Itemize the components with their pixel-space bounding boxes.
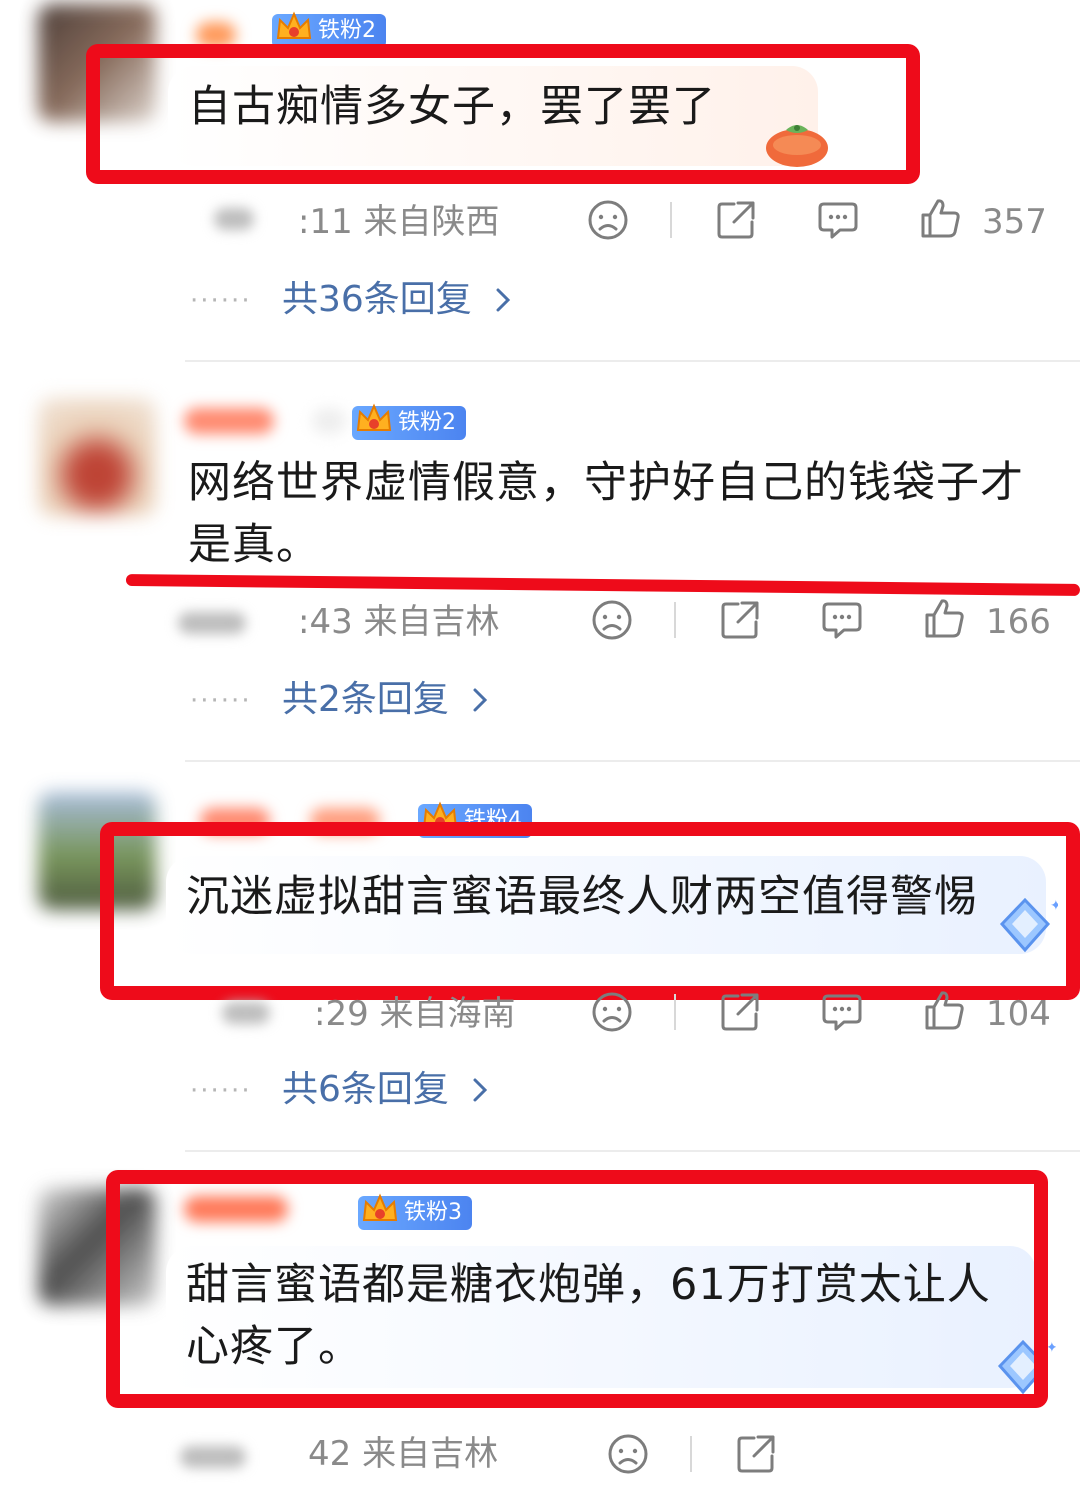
chevron-right-icon (496, 288, 511, 312)
username-extra (312, 408, 346, 434)
avatar[interactable] (38, 398, 156, 516)
comment-meta: :43 来自吉林 (298, 602, 500, 642)
view-replies-link[interactable]: 共6条回复 (282, 1068, 490, 1112)
chevron-right-icon (473, 688, 488, 712)
like-count: 166 (986, 602, 1051, 642)
comment-meta: :11 来自陕西 (298, 202, 500, 242)
crown-icon (276, 11, 312, 39)
separator (185, 760, 1080, 762)
date-blurred (222, 1002, 270, 1024)
divider (674, 602, 676, 638)
red-highlight-box (106, 1170, 1048, 1408)
share-icon[interactable] (718, 598, 762, 642)
divider (670, 202, 672, 238)
reply-dots: ······ (190, 286, 252, 316)
share-icon[interactable] (714, 198, 758, 242)
fan-badge: 铁粉2 (272, 11, 386, 48)
view-replies-link[interactable]: 共2条回复 (282, 678, 490, 722)
date-blurred (180, 1446, 246, 1468)
comment-bubble-icon[interactable] (820, 990, 864, 1034)
red-underline (125, 574, 1080, 596)
view-replies-link[interactable]: 共36条回复 (282, 278, 513, 322)
red-highlight-box (86, 44, 920, 184)
date-blurred (178, 612, 246, 634)
divider (690, 1436, 692, 1472)
divider (674, 994, 676, 1030)
username[interactable] (184, 408, 274, 434)
separator (185, 360, 1080, 362)
comment-text: 网络世界虚情假意，守护好自己的钱袋子才是真。 (188, 458, 1024, 570)
reply-dots: ······ (190, 1076, 252, 1106)
like-count: 357 (982, 202, 1047, 242)
sad-face-icon[interactable] (590, 598, 634, 642)
thumbs-up-icon[interactable] (922, 596, 966, 640)
thumbs-up-icon[interactable] (918, 196, 962, 240)
separator (185, 1150, 1080, 1152)
reply-dots: ······ (190, 686, 252, 716)
comment-bubble-icon[interactable] (816, 198, 860, 242)
share-icon[interactable] (718, 990, 762, 1034)
sad-face-icon[interactable] (586, 198, 630, 242)
comment-1: 铁粉2 自古痴情多女子，罢了罢了 :11 来自陕西 357 ······ 共36… (0, 0, 1080, 360)
chevron-right-icon (473, 1078, 488, 1102)
sad-face-icon[interactable] (606, 1432, 650, 1476)
like-count: 104 (986, 994, 1051, 1034)
comment-bubble-icon[interactable] (820, 598, 864, 642)
crown-icon (356, 403, 392, 431)
share-icon[interactable] (734, 1432, 778, 1476)
comment-meta: :29 来自海南 (314, 994, 516, 1034)
comment-meta: 42 来自吉林 (308, 1434, 499, 1474)
fan-badge: 铁粉2 (352, 403, 466, 440)
date-blurred (214, 208, 254, 230)
sad-face-icon[interactable] (590, 990, 634, 1034)
thumbs-up-icon[interactable] (922, 988, 966, 1032)
red-highlight-box (100, 822, 1080, 1000)
